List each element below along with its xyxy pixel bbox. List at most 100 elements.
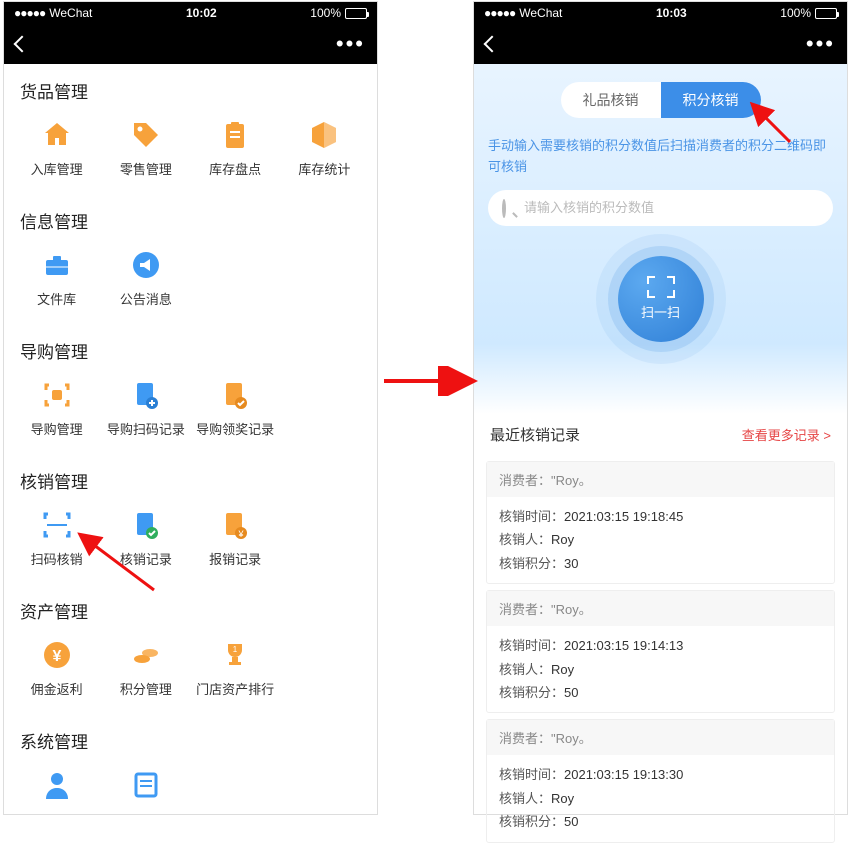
megaphone-icon — [128, 247, 164, 283]
battery-icon — [345, 8, 367, 19]
menu-item[interactable]: 积分管理 — [101, 631, 190, 708]
records-header: 最近核销记录 查看更多记录 > — [474, 414, 847, 455]
tab-points[interactable]: 积分核销 — [661, 82, 761, 118]
trophy-icon: 1 — [217, 637, 253, 673]
menu-item-label: 入库管理 — [12, 159, 101, 178]
section-title: 系统管理 — [4, 714, 377, 761]
signal-dots-icon: ●●●●● — [484, 6, 515, 20]
menu-item[interactable] — [101, 761, 190, 819]
home-icon — [39, 117, 75, 153]
carrier-label: WeChat — [49, 6, 92, 20]
doc-tick-icon — [128, 507, 164, 543]
yen-icon: ¥ — [39, 637, 75, 673]
clock: 10:02 — [92, 6, 310, 20]
record-consumer: 消费者："Roy。 — [487, 591, 834, 626]
menu-item[interactable]: ¥ 报销记录 — [191, 501, 280, 578]
record-body: 核销时间：2021:03:15 19:18:45核销人：Roy核销积分：30 — [487, 497, 834, 583]
nav-bar: ••• — [4, 24, 377, 64]
menu-item-label: 积分管理 — [101, 679, 190, 698]
menu-item-label: 库存统计 — [280, 159, 369, 178]
menu-item[interactable]: 库存统计 — [280, 111, 369, 188]
status-bar: ●●●●● WeChat 10:03 100% — [474, 2, 847, 24]
carrier-label: WeChat — [519, 6, 562, 20]
menu-item[interactable]: 文件库 — [12, 241, 101, 318]
menu-grid: 入库管理零售管理库存盘点库存统计 — [4, 111, 377, 194]
svg-text:1: 1 — [233, 645, 238, 654]
menu-item-label: 佣金返利 — [12, 679, 101, 698]
battery-icon — [815, 8, 837, 19]
section-title: 货品管理 — [4, 64, 377, 111]
scan-label: 扫一扫 — [641, 302, 680, 321]
menu-item[interactable]: ¥ 佣金返利 — [12, 631, 101, 708]
section-title: 信息管理 — [4, 194, 377, 241]
menu-item[interactable]: 公告消息 — [101, 241, 190, 318]
brackets-icon — [39, 377, 75, 413]
record-body: 核销时间：2021:03:15 19:14:13核销人：Roy核销积分：50 — [487, 626, 834, 712]
scan-button[interactable]: 扫一扫 — [618, 256, 704, 342]
menu-item[interactable]: 核销记录 — [101, 501, 190, 578]
clipboard-icon — [217, 117, 253, 153]
menu-item-label: 导购领奖记录 — [191, 419, 280, 438]
search-icon — [502, 201, 516, 215]
hint-text: 手动输入需要核销的积分数值后扫描消费者的积分二维码即可核销 — [488, 136, 833, 178]
menu-item[interactable]: 导购扫码记录 — [101, 371, 190, 448]
section-title: 核销管理 — [4, 454, 377, 501]
menu-item[interactable]: 零售管理 — [101, 111, 190, 188]
tab-gift[interactable]: 礼品核销 — [561, 82, 661, 118]
menu-item-label: 公告消息 — [101, 289, 190, 308]
points-input[interactable] — [524, 200, 819, 215]
record-card: 消费者："Roy。核销时间：2021:03:15 19:14:13核销人：Roy… — [486, 590, 835, 713]
battery-percent: 100% — [780, 6, 811, 20]
menu-item[interactable]: 入库管理 — [12, 111, 101, 188]
points-panel: 礼品核销 积分核销 手动输入需要核销的积分数值后扫描消费者的积分二维码即可核销 … — [474, 64, 847, 414]
menu-item[interactable]: 导购管理 — [12, 371, 101, 448]
tab-switch: 礼品核销 积分核销 — [561, 82, 761, 118]
coins-icon — [128, 637, 164, 673]
menu-item[interactable]: 库存盘点 — [191, 111, 280, 188]
phone-left: ●●●●● WeChat 10:02 100% ••• 货品管理入库管理零售管理… — [4, 2, 377, 814]
battery-percent: 100% — [310, 6, 341, 20]
more-icon[interactable]: ••• — [806, 31, 835, 57]
menu-item[interactable]: 1 门店资产排行 — [191, 631, 280, 708]
menu-grid — [4, 761, 377, 825]
menu-item-label: 零售管理 — [101, 159, 190, 178]
menu-item-label: 扫码核销 — [12, 549, 101, 568]
back-icon[interactable] — [484, 36, 501, 53]
record-consumer: 消费者："Roy。 — [487, 720, 834, 755]
doc-plus-icon — [128, 377, 164, 413]
menu-item[interactable]: 导购领奖记录 — [191, 371, 280, 448]
nav-bar: ••• — [474, 24, 847, 64]
menu-grid: 文件库公告消息 — [4, 241, 377, 324]
section-title: 资产管理 — [4, 584, 377, 631]
menu-item-label: 导购管理 — [12, 419, 101, 438]
record-consumer: 消费者："Roy。 — [487, 462, 834, 497]
points-input-wrap[interactable] — [488, 190, 833, 226]
record-card: 消费者："Roy。核销时间：2021:03:15 19:13:30核销人：Roy… — [486, 719, 835, 842]
menu-item-label: 库存盘点 — [191, 159, 280, 178]
doc-money-icon: ¥ — [217, 507, 253, 543]
phone-right: ●●●●● WeChat 10:03 100% ••• 礼品核销 积分核销 手动… — [474, 2, 847, 814]
user-icon — [39, 767, 75, 803]
records-title: 最近核销记录 — [490, 424, 580, 445]
menu-item[interactable]: 扫码核销 — [12, 501, 101, 578]
menu-item[interactable] — [12, 761, 101, 819]
briefcase-icon — [39, 247, 75, 283]
svg-text:¥: ¥ — [52, 648, 61, 665]
menu-item-label: 文件库 — [12, 289, 101, 308]
more-icon[interactable]: ••• — [336, 31, 365, 57]
menu-grid: 扫码核销核销记录 ¥ 报销记录 — [4, 501, 377, 584]
record-card: 消费者："Roy。核销时间：2021:03:15 19:18:45核销人：Roy… — [486, 461, 835, 584]
more-records-link[interactable]: 查看更多记录 > — [742, 425, 831, 444]
menu-item-label: 核销记录 — [101, 549, 190, 568]
menu-item-label: 门店资产排行 — [191, 679, 280, 698]
menu-item-label: 报销记录 — [191, 549, 280, 568]
menu-grid: ¥ 佣金返利积分管理 1 门店资产排行 — [4, 631, 377, 714]
menu-item-label: 导购扫码记录 — [101, 419, 190, 438]
box-icon — [306, 117, 342, 153]
menu-grid: 导购管理导购扫码记录导购领奖记录 — [4, 371, 377, 454]
back-icon[interactable] — [14, 36, 31, 53]
signal-dots-icon: ●●●●● — [14, 6, 45, 20]
clock: 10:03 — [562, 6, 780, 20]
status-bar: ●●●●● WeChat 10:02 100% — [4, 2, 377, 24]
doc-check-icon — [217, 377, 253, 413]
